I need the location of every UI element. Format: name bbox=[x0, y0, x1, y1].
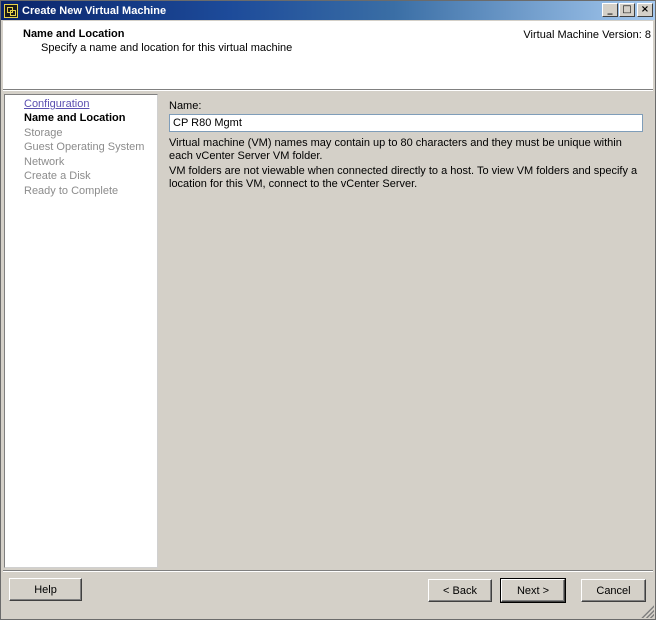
window-title: Create New Virtual Machine bbox=[22, 4, 167, 17]
resize-grip-icon[interactable] bbox=[640, 604, 654, 618]
footer-divider-highlight bbox=[3, 571, 653, 572]
header-divider-highlight bbox=[3, 90, 653, 91]
vm-name-input[interactable] bbox=[169, 114, 643, 132]
cancel-button[interactable]: Cancel bbox=[581, 579, 646, 602]
name-label: Name: bbox=[169, 100, 202, 112]
content-panel: Name: Virtual machine (VM) names may con… bbox=[160, 94, 653, 568]
nav-step-network: Network bbox=[24, 156, 65, 168]
nav-step-create-disk: Create a Disk bbox=[24, 170, 91, 182]
vm-version-label: Virtual Machine Version: 8 bbox=[523, 29, 651, 41]
folder-help-text: VM folders are not viewable when connect… bbox=[169, 165, 638, 190]
next-button[interactable]: Next > bbox=[500, 578, 566, 603]
vm-app-icon bbox=[4, 3, 18, 18]
nav-step-name-and-location: Name and Location bbox=[24, 112, 126, 124]
nav-step-storage: Storage bbox=[24, 127, 63, 139]
close-button[interactable]: × bbox=[637, 3, 653, 17]
wizard-header: Name and Location Specify a name and loc… bbox=[3, 21, 653, 89]
nav-step-ready: Ready to Complete bbox=[24, 185, 119, 197]
name-help-text: Virtual machine (VM) names may contain u… bbox=[169, 137, 622, 162]
help-button[interactable]: Help bbox=[9, 578, 82, 601]
step-title: Name and Location bbox=[23, 28, 125, 40]
wizard-window: Create New Virtual Machine _ □ × Name an… bbox=[0, 0, 656, 620]
nav-step-guest-os: Guest Operating System bbox=[24, 141, 145, 153]
back-button[interactable]: < Back bbox=[428, 579, 492, 602]
window-controls: _ □ × bbox=[601, 3, 653, 17]
wizard-step-nav: Configuration Name and Location Storage … bbox=[4, 94, 158, 568]
step-subtitle: Specify a name and location for this vir… bbox=[41, 42, 293, 54]
minimize-button[interactable]: _ bbox=[602, 3, 618, 17]
title-bar[interactable]: Create New Virtual Machine _ □ × bbox=[1, 1, 655, 20]
maximize-button[interactable]: □ bbox=[619, 3, 635, 17]
nav-step-configuration[interactable]: Configuration bbox=[24, 98, 89, 110]
